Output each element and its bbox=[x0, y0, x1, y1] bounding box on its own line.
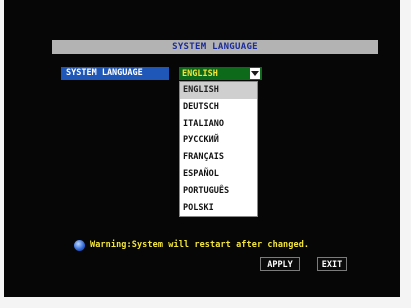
language-option[interactable]: РУССКИЙ bbox=[180, 132, 257, 149]
page-title: SYSTEM LANGUAGE bbox=[172, 42, 258, 52]
language-option[interactable]: ITALIANO bbox=[180, 116, 257, 133]
language-option[interactable]: ENGLISH bbox=[180, 82, 257, 99]
apply-button[interactable]: APPLY bbox=[260, 257, 300, 271]
language-option[interactable]: PORTUGUÊS bbox=[180, 183, 257, 200]
language-option[interactable]: DEUTSCH bbox=[180, 99, 257, 116]
language-option[interactable]: ESPAÑOL bbox=[180, 166, 257, 183]
osd-screen: SYSTEM LANGUAGE SYSTEM LANGUAGE ENGLISH … bbox=[4, 0, 400, 297]
warning-text: Warning:System will restart after change… bbox=[90, 240, 310, 250]
language-option[interactable]: POLSKI bbox=[180, 200, 257, 217]
warning-message: Warning:System will restart after change… bbox=[74, 238, 309, 252]
exit-button[interactable]: EXIT bbox=[317, 257, 347, 271]
language-select-value: ENGLISH bbox=[182, 68, 218, 79]
info-globe-icon bbox=[74, 239, 85, 251]
language-option[interactable]: FRANÇAIS bbox=[180, 149, 257, 166]
chevron-down-icon[interactable] bbox=[250, 68, 260, 79]
system-language-label: SYSTEM LANGUAGE bbox=[61, 67, 169, 80]
title-bar: SYSTEM LANGUAGE bbox=[52, 40, 378, 54]
language-dropdown-list: ENGLISH DEUTSCH ITALIANO РУССКИЙ FRANÇAI… bbox=[179, 81, 258, 217]
language-select[interactable]: ENGLISH bbox=[179, 67, 262, 80]
